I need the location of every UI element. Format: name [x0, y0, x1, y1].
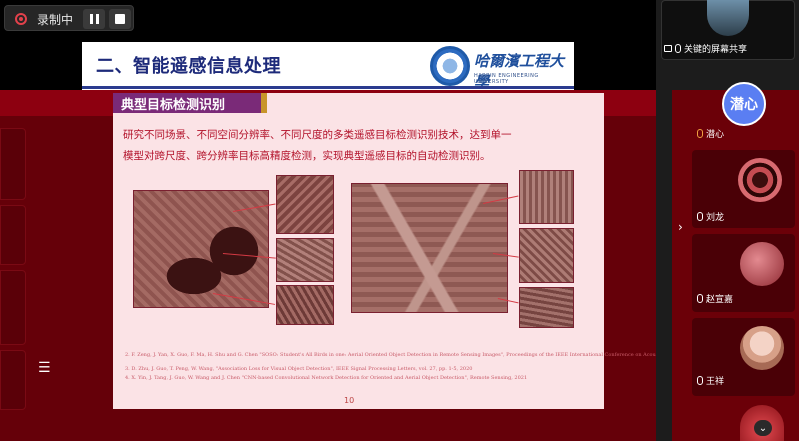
detection-crop-1: [276, 175, 334, 234]
detection-crop-2: [276, 238, 334, 282]
participant-label-qianxin: 潜心: [697, 127, 724, 140]
detection-crop-4: [519, 170, 574, 224]
participant-label-zhao: 赵宣嘉: [697, 292, 733, 305]
participant-avatar-qianxin[interactable]: 潜心: [722, 82, 766, 126]
pause-recording-button[interactable]: [83, 9, 105, 29]
participant-name: 赵宣嘉: [706, 295, 734, 305]
left-side-panel-1[interactable]: [0, 128, 26, 200]
participant-name: 王祥: [706, 377, 725, 387]
description-line-2: 模型对跨尺度、跨分辨率目标高精度检测，实现典型遥感目标的自动检测识别。: [123, 150, 491, 162]
section-tag: 典型目标检测识别: [113, 93, 267, 113]
chevron-down-icon: ⌄: [758, 422, 768, 434]
detection-crop-3: [276, 285, 334, 325]
chevron-right-icon[interactable]: ›: [678, 220, 683, 234]
screen-share-text: 关键的屏幕共享: [684, 45, 748, 55]
left-side-panel-4[interactable]: [0, 350, 26, 410]
left-side-panel-2[interactable]: [0, 205, 26, 265]
stop-recording-button[interactable]: [109, 9, 131, 29]
screen-share-icon: [664, 45, 672, 52]
university-seal-logo: [430, 46, 470, 86]
mic-icon: [697, 129, 703, 138]
mic-icon: [697, 212, 703, 221]
participant-avatar-zhao: [740, 242, 784, 286]
pause-icon: [89, 14, 93, 24]
header-divider: [82, 86, 574, 89]
participant-name: 刘龙: [706, 213, 725, 223]
mic-icon: [697, 376, 703, 385]
recording-label: 录制中: [37, 13, 74, 27]
stop-icon: [115, 14, 125, 24]
participant-label-liulong: 刘龙: [697, 210, 724, 223]
record-icon: [15, 13, 27, 25]
participant-avatar-liulong: [738, 158, 782, 202]
participant-avatar-wang: [740, 326, 784, 370]
slide-header: 二、智能遥感信息处理 哈爾濱工程大學 HARBIN ENGINEERING UN…: [82, 42, 574, 91]
avatar-initials: 潜心: [730, 97, 758, 113]
detection-crop-6: [519, 287, 574, 328]
recording-indicator: 录制中: [4, 5, 134, 31]
slide-title: 二、智能遥感信息处理: [96, 56, 281, 77]
participant-name: 潜心: [706, 130, 725, 140]
reference-3: 4. X. Yin, J. Tang, J. Guo, W. Wang and …: [125, 375, 528, 381]
section-title: 典型目标检测识别: [121, 98, 226, 113]
left-side-panel-3[interactable]: [0, 270, 26, 345]
university-logo-subtitle: HARBIN ENGINEERING UNIVERSITY: [474, 73, 539, 85]
description-line-1: 研究不同场景、不同空间分辨率、不同尺度的多类遥感目标检测识别技术，达到单一: [123, 129, 512, 141]
mic-icon: [675, 44, 681, 53]
participant-label-wang: 王祥: [697, 374, 724, 387]
scroll-down-button[interactable]: ⌄: [754, 420, 772, 436]
screen-share-label: 关键的屏幕共享: [664, 42, 747, 55]
detection-crop-5: [519, 228, 574, 283]
reference-2: 3. D. Zhu, J. Guo, T. Peng, W. Wang, "As…: [125, 366, 473, 372]
menu-icon[interactable]: ☰: [38, 360, 51, 376]
slide-body: 典型目标检测识别 研究不同场景、不同空间分辨率、不同尺度的多类遥感目标检测识别技…: [113, 93, 763, 409]
page-number: 10: [344, 396, 355, 405]
mic-icon: [697, 294, 703, 303]
